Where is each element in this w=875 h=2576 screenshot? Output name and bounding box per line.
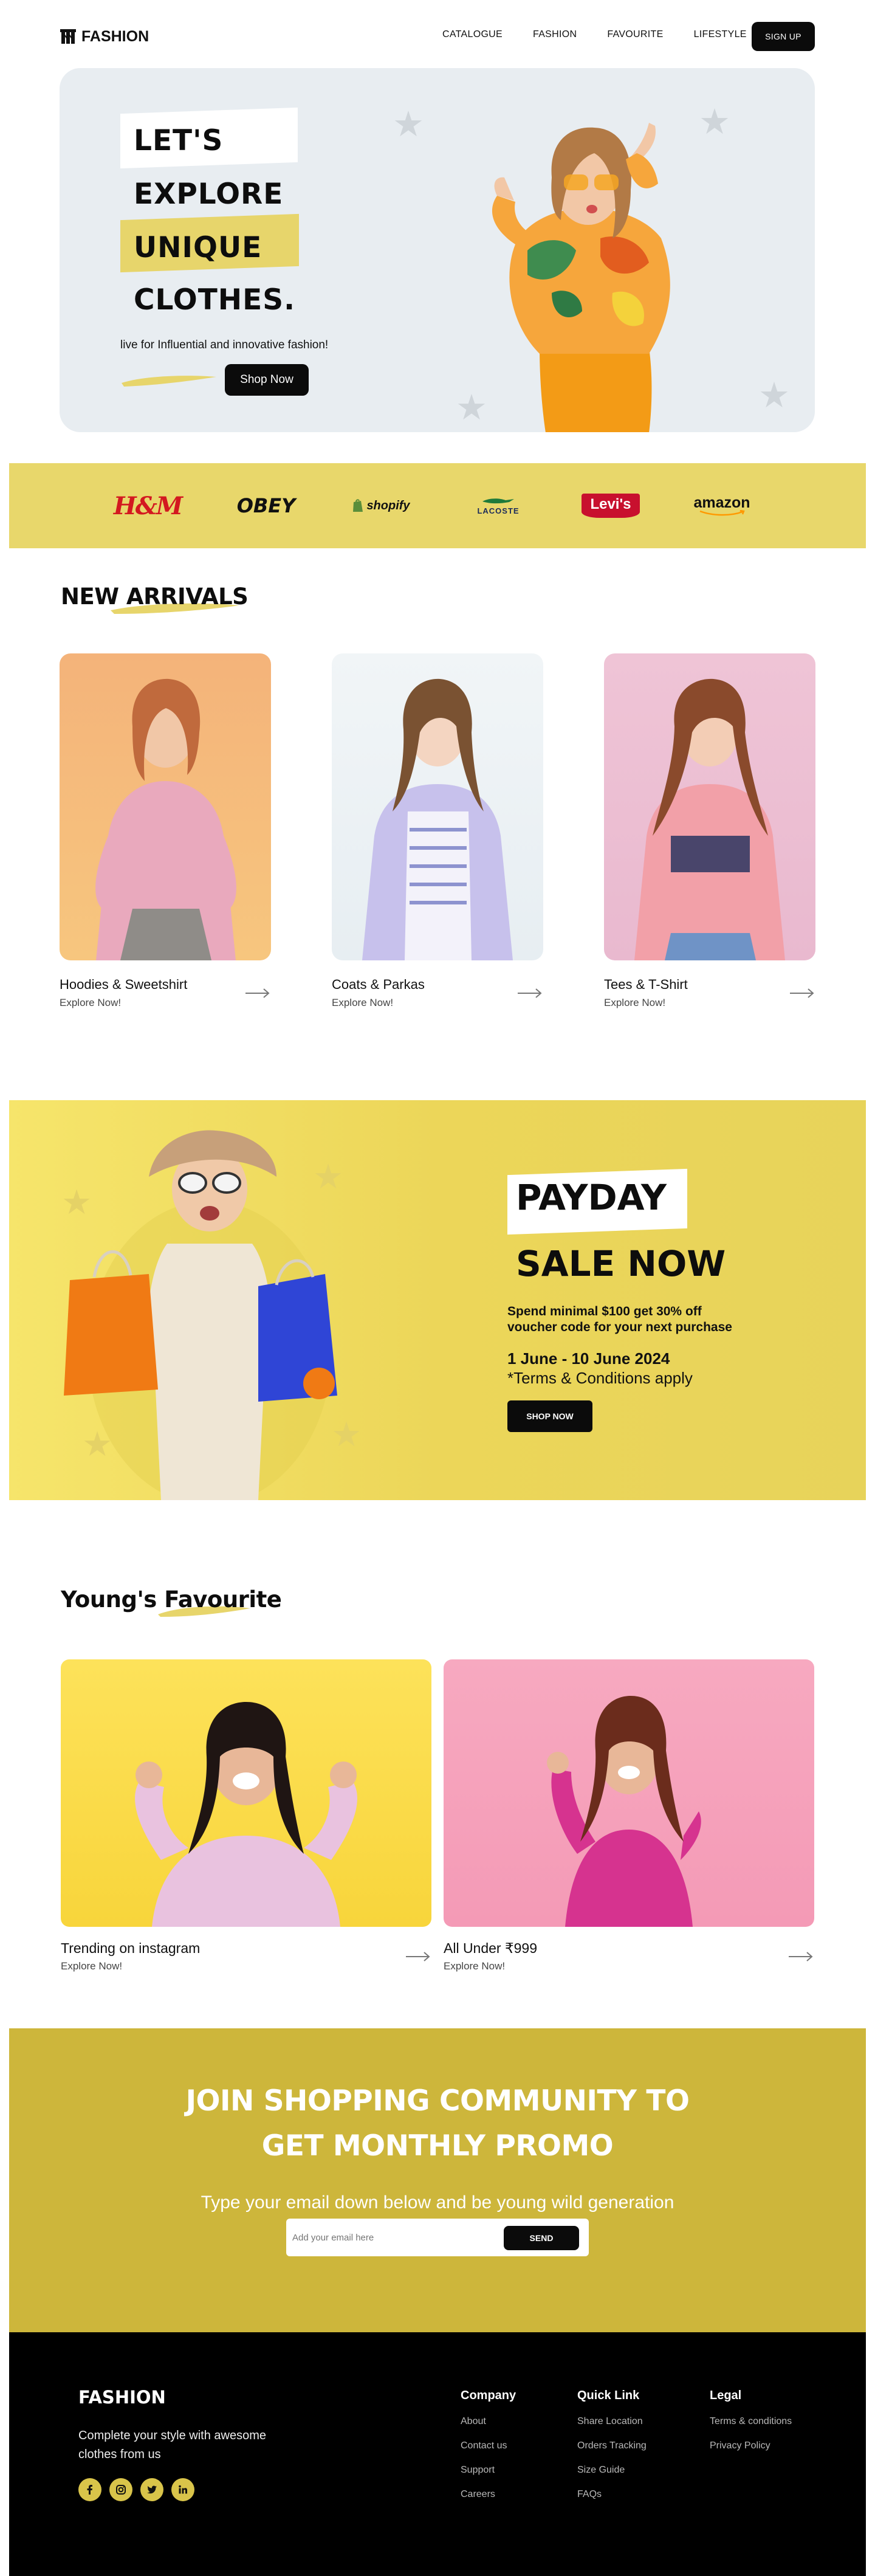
card-subtitle-under-999[interactable]: Explore Now! <box>444 1960 505 1972</box>
brand-levis-logo[interactable]: Levi's <box>580 492 641 519</box>
sale-now-heading: SALE NOW <box>516 1243 726 1284</box>
instagram-icon[interactable] <box>109 2478 132 2501</box>
newsletter-subtitle: Type your email down below and be young … <box>201 2192 674 2213</box>
footer-column-company: Company About Contact us Support Careers <box>461 2389 516 2513</box>
newsletter-title-line-1: JOIN SHOPPING COMMUNITY TO <box>185 2084 690 2118</box>
card-title-tees[interactable]: Tees & T-Shirt <box>604 977 688 993</box>
footer-link-support[interactable]: Support <box>461 2465 516 2476</box>
footer-link-orders-tracking[interactable]: Orders Tracking <box>577 2440 647 2451</box>
hero-model-image <box>492 123 670 432</box>
card-image-tees[interactable] <box>604 653 815 960</box>
site-footer: FASHION Complete your style with awesome… <box>9 2332 866 2576</box>
footer-heading-company: Company <box>461 2389 516 2402</box>
model-image <box>547 1696 701 1927</box>
newsletter-form: SEND <box>286 2219 589 2256</box>
amazon-smile-icon <box>699 510 745 516</box>
menu-fashion[interactable]: FASHION <box>533 29 577 40</box>
twitter-icon[interactable] <box>140 2478 163 2501</box>
top-nav: FASHION CATALOGUE FASHION FAVOURITE LIFE… <box>0 0 875 72</box>
arrow-right-icon[interactable] <box>518 988 542 999</box>
linkedin-icon[interactable] <box>171 2478 194 2501</box>
payday-model-image <box>64 1130 337 1500</box>
arrow-right-icon[interactable] <box>245 988 270 999</box>
hero-line-4: CLOTHES. <box>134 283 295 317</box>
menu-favourite[interactable]: FAVOURITE <box>607 29 663 40</box>
arrow-right-icon[interactable] <box>790 988 814 999</box>
youngs-favourite-title: Young's Favourite <box>61 1586 282 1613</box>
footer-link-careers[interactable]: Careers <box>461 2489 516 2500</box>
payday-shop-now-button[interactable]: SHOP NOW <box>507 1400 592 1432</box>
card-subtitle-trending[interactable]: Explore Now! <box>61 1960 122 1972</box>
payday-offer-line-2: voucher code for your next purchase <box>507 1320 732 1334</box>
footer-link-contact[interactable]: Contact us <box>461 2440 516 2451</box>
hero-line-2: EXPLORE <box>134 177 284 211</box>
main-menu: CATALOGUE FASHION FAVOURITE LIFESTYLE <box>442 29 747 40</box>
brand-amazon-logo[interactable]: amazon <box>688 492 755 519</box>
model-image <box>95 678 236 960</box>
title-part-1: Young's <box>61 1586 165 1613</box>
signup-button[interactable]: SIGN UP <box>752 22 815 51</box>
card-title-under-999[interactable]: All Under ₹999 <box>444 1940 537 1957</box>
brand-obey-logo[interactable]: OBEY <box>233 492 300 519</box>
model-image <box>135 1702 357 1927</box>
footer-column-quick-link: Quick Link Share Location Orders Trackin… <box>577 2389 647 2513</box>
payday-heading: PAYDAY <box>516 1177 667 1218</box>
menu-lifestyle[interactable]: LIFESTYLE <box>694 29 747 40</box>
card-subtitle-coats[interactable]: Explore Now! <box>332 997 393 1009</box>
footer-description: Complete your style with awesome clothes… <box>78 2429 267 2461</box>
payday-offer-line-1: Spend minimal $100 get 30% off <box>507 1304 702 1318</box>
brand-lacoste-logo[interactable]: LACOSTE <box>465 492 532 519</box>
footer-link-share-location[interactable]: Share Location <box>577 2416 647 2427</box>
footer-link-faqs[interactable]: FAQs <box>577 2489 647 2500</box>
brand-hm-logo[interactable]: H&M <box>114 492 183 520</box>
site-logo[interactable]: FASHION <box>60 24 149 49</box>
model-image <box>362 678 513 960</box>
logo-text: FASHION <box>81 27 149 45</box>
new-arrivals-title: NEW ARRIVALS <box>61 584 249 610</box>
card-title-coats[interactable]: Coats & Parkas <box>332 977 425 993</box>
star-icon: ★ <box>758 376 790 415</box>
card-image-coats[interactable] <box>332 653 543 960</box>
hero-line-1: LET'S <box>134 124 224 157</box>
arrow-right-icon[interactable] <box>789 1951 813 1962</box>
payday-sale-banner: ★ ★ ★ ★ PAYDAY SALE NOW Spend minimal $1… <box>9 1100 866 1500</box>
footer-link-about[interactable]: About <box>461 2416 516 2427</box>
footer-logo[interactable]: FASHION <box>78 2387 166 2408</box>
footer-link-terms[interactable]: Terms & conditions <box>710 2416 792 2427</box>
payday-dates: 1 June - 10 June 2024 <box>507 1349 670 1368</box>
star-icon: ★ <box>393 105 424 144</box>
send-button[interactable]: SEND <box>504 2226 579 2250</box>
arrow-right-icon[interactable] <box>406 1951 430 1962</box>
footer-column-legal: Legal Terms & conditions Privacy Policy <box>710 2389 792 2465</box>
logo-icon <box>60 29 76 44</box>
title-part-2: Favourite <box>164 1586 282 1613</box>
footer-heading-legal: Legal <box>710 2389 742 2402</box>
card-image-hoodies[interactable] <box>60 653 271 960</box>
hero-subtitle: live for Influential and innovative fash… <box>120 339 329 351</box>
newsletter-section: JOIN SHOPPING COMMUNITY TO GET MONTHLY P… <box>9 2028 866 2332</box>
brand-strip: H&M OBEY shopify LACOSTE Levi's amazon <box>9 463 866 548</box>
newsletter-title-line-2: GET MONTHLY PROMO <box>261 2129 614 2163</box>
footer-link-size-guide[interactable]: Size Guide <box>577 2465 647 2476</box>
hero-banner: ★ ★ ★ ★ LET'S EXPLORE UNIQUE CLOTHES. li… <box>60 68 815 432</box>
card-title-hoodies[interactable]: Hoodies & Sweetshirt <box>60 977 187 993</box>
brand-shopify-logo[interactable]: shopify <box>347 492 415 519</box>
card-subtitle-tees[interactable]: Explore Now! <box>604 997 665 1009</box>
crocodile-icon <box>482 498 514 503</box>
card-title-trending[interactable]: Trending on instagram <box>61 1940 200 1957</box>
email-input[interactable] <box>292 2225 493 2250</box>
menu-catalogue[interactable]: CATALOGUE <box>442 29 503 40</box>
brush-stroke-icon <box>122 376 216 387</box>
shopify-bag-icon <box>353 499 363 512</box>
facebook-icon[interactable] <box>78 2478 101 2501</box>
hero-line-3: UNIQUE <box>134 231 262 264</box>
payday-terms: *Terms & Conditions apply <box>507 1369 693 1387</box>
footer-link-privacy[interactable]: Privacy Policy <box>710 2440 792 2451</box>
model-image <box>634 678 785 960</box>
footer-heading-quick-link: Quick Link <box>577 2389 640 2402</box>
card-image-trending[interactable] <box>61 1659 431 1927</box>
card-image-under-999[interactable] <box>444 1659 814 1927</box>
hero-shop-now-button[interactable]: Shop Now <box>225 364 309 396</box>
card-subtitle-hoodies[interactable]: Explore Now! <box>60 997 121 1009</box>
